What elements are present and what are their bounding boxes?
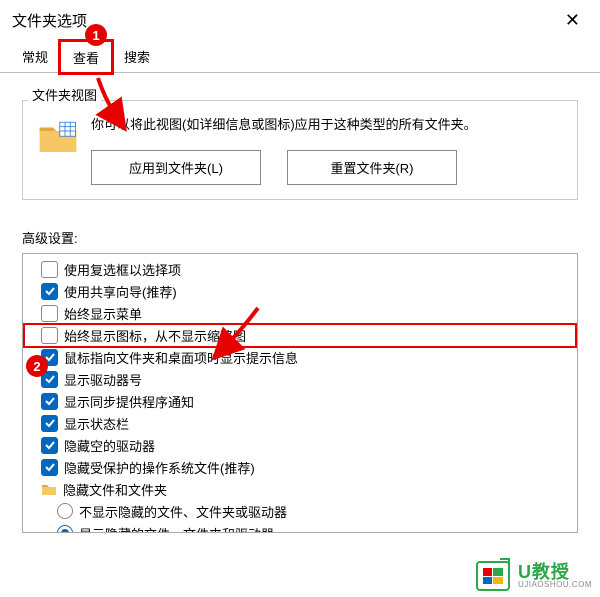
advanced-settings-label: 高级设置: [22,228,578,247]
checkbox[interactable] [41,283,58,300]
folder-icon [41,481,57,497]
tab-search[interactable]: 搜索 [112,41,162,72]
content-area: 文件夹视图 你可以将此视图(如详细信息或图标)应用于这种类型的所有文件夹。 应用… [0,73,600,545]
adv-item-7[interactable]: 显示状态栏 [25,413,575,434]
adv-item-2[interactable]: 始终显示菜单 [25,303,575,324]
adv-item-label: 始终显示图标，从不显示缩略图 [64,326,246,345]
adv-item-label: 不显示隐藏的文件、文件夹或驱动器 [79,502,287,521]
adv-item-label: 使用复选框以选择项 [64,260,181,279]
radio[interactable] [57,525,73,533]
checkbox[interactable] [41,305,58,322]
adv-item-label: 显示状态栏 [64,414,129,433]
checkbox[interactable] [41,393,58,410]
adv-item-6[interactable]: 显示同步提供程序通知 [25,391,575,412]
adv-item-0[interactable]: 使用复选框以选择项 [25,259,575,280]
adv-item-5[interactable]: 显示驱动器号 [25,369,575,390]
adv-item-4[interactable]: 鼠标指向文件夹和桌面项时显示提示信息 [25,347,575,368]
checkbox[interactable] [41,261,58,278]
watermark-text-en: UJIAOSHOU.COM [518,581,592,589]
watermark: U教授 UJIAOSHOU.COM [476,561,592,591]
adv-item-label: 始终显示菜单 [64,304,142,323]
adv-item-label: 显示驱动器号 [64,370,142,389]
reset-folders-button[interactable]: 重置文件夹(R) [287,150,457,185]
adv-item-label: 隐藏空的驱动器 [64,436,155,455]
folder-view-description: 你可以将此视图(如详细信息或图标)应用于这种类型的所有文件夹。 [91,115,563,136]
folder-large-icon [37,117,79,159]
checkbox[interactable] [41,415,58,432]
folder-view-group: 你可以将此视图(如详细信息或图标)应用于这种类型的所有文件夹。 应用到文件夹(L… [22,100,578,200]
annotation-badge-2: 2 [26,355,48,377]
folder-view-group-label: 文件夹视图 [28,85,101,104]
close-icon[interactable]: ✕ [557,8,588,33]
tab-general[interactable]: 常规 [10,41,60,72]
adv-item-label: 隐藏受保护的操作系统文件(推荐) [64,458,255,477]
watermark-icon [476,561,510,591]
adv-item-label: 使用共享向导(推荐) [64,282,177,301]
adv-item-9[interactable]: 隐藏受保护的操作系统文件(推荐) [25,457,575,478]
apply-to-folders-button[interactable]: 应用到文件夹(L) [91,150,261,185]
radio[interactable] [57,503,73,519]
adv-item-label: 隐藏文件和文件夹 [63,480,167,499]
checkbox[interactable] [41,459,58,476]
adv-item-3[interactable]: 始终显示图标，从不显示缩略图 [25,325,575,346]
adv-item-1[interactable]: 使用共享向导(推荐) [25,281,575,302]
checkbox[interactable] [41,437,58,454]
adv-item-label: 显示隐藏的文件、文件夹和驱动器 [79,524,274,533]
advanced-settings-list[interactable]: 使用复选框以选择项使用共享向导(推荐) 始终显示菜单始终显示图标，从不显示缩略图鼠… [22,253,578,533]
adv-item-12[interactable]: 显示隐藏的文件、文件夹和驱动器 [25,523,575,533]
adv-item-8[interactable]: 隐藏空的驱动器 [25,435,575,456]
adv-item-10[interactable]: 隐藏文件和文件夹 [25,479,575,500]
tabs-row: 常规 查看 搜索 [0,41,600,73]
adv-item-label: 鼠标指向文件夹和桌面项时显示提示信息 [64,348,298,367]
checkbox[interactable] [41,327,58,344]
watermark-text-cn: U教授 [518,563,592,581]
adv-item-11[interactable]: 不显示隐藏的文件、文件夹或驱动器 [25,501,575,522]
annotation-badge-1: 1 [85,24,107,46]
adv-item-label: 显示同步提供程序通知 [64,392,194,411]
tab-view[interactable]: 查看 [60,41,112,73]
window-title: 文件夹选项 [12,10,87,31]
